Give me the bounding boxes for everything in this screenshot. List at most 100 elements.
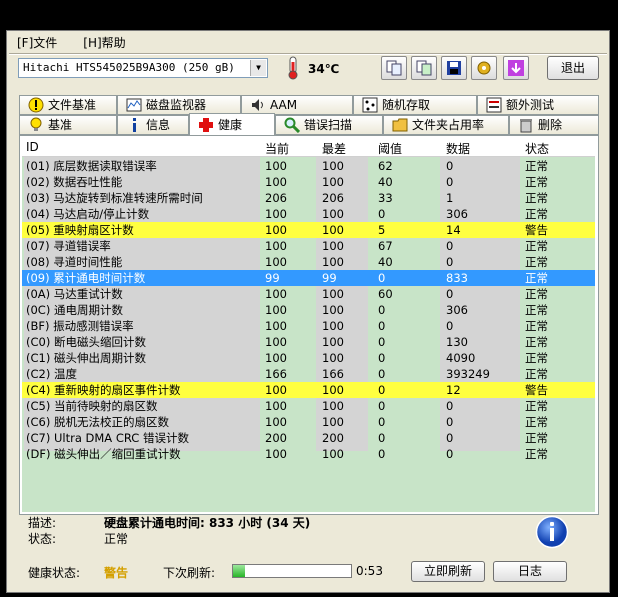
exit-button[interactable]: 退出 bbox=[547, 56, 599, 80]
options-button[interactable] bbox=[471, 56, 497, 80]
drive-select[interactable]: Hitachi HTS545025B9A300 (250 gB) ▼ bbox=[18, 58, 268, 78]
refresh-now-button[interactable]: 立即刷新 bbox=[411, 561, 485, 582]
log-button[interactable]: 日志 bbox=[493, 561, 567, 582]
cell-thr: 0 bbox=[378, 447, 386, 461]
table-row[interactable]: (C5) 当前待映射的扇区数 100 100 0 0 正常 bbox=[22, 398, 595, 414]
cell-worst: 206 bbox=[322, 191, 344, 205]
cell-id: (C6) 脱机无法校正的扇区数 bbox=[26, 415, 169, 429]
cell-worst: 100 bbox=[322, 319, 344, 333]
cell-data: 393249 bbox=[446, 367, 490, 381]
info-icon bbox=[133, 118, 136, 132]
table-row[interactable]: (09) 累计通电时间计数 99 99 0 833 正常 bbox=[22, 270, 595, 286]
tab-extra-tests[interactable]: 额外测试 bbox=[477, 95, 599, 115]
table-row[interactable]: (BF) 振动感测错误率 100 100 0 0 正常 bbox=[22, 318, 595, 334]
disk-monitor-icon bbox=[126, 98, 142, 112]
cell-cur: 100 bbox=[265, 399, 287, 413]
table-row[interactable]: (C4) 重新映射的扇区事件计数 100 100 0 12 警告 bbox=[22, 382, 595, 398]
table-row[interactable]: (C6) 脱机无法校正的扇区数 100 100 0 0 正常 bbox=[22, 414, 595, 430]
table-row[interactable]: (DF) 磁头伸出／缩回重试计数 100 100 0 0 正常 bbox=[22, 446, 595, 462]
cell-data: 14 bbox=[446, 223, 461, 237]
table-row[interactable]: (C1) 磁头伸出周期计数 100 100 0 4090 正常 bbox=[22, 350, 595, 366]
table-row[interactable]: (04) 马达启动/停止计数 100 100 0 306 正常 bbox=[22, 206, 595, 222]
tab-info[interactable]: 信息 bbox=[117, 115, 189, 135]
thermometer-icon bbox=[288, 56, 298, 80]
cell-status: 正常 bbox=[525, 431, 548, 445]
next-refresh-label: 下次刷新: bbox=[163, 566, 216, 580]
copy-text-button[interactable] bbox=[381, 56, 407, 80]
copy-screenshot-button[interactable] bbox=[411, 56, 437, 80]
table-row[interactable]: (C7) Ultra DMA CRC 错误计数 200 200 0 0 正常 bbox=[22, 430, 595, 446]
cell-cur: 166 bbox=[265, 367, 287, 381]
cell-thr: 67 bbox=[378, 239, 393, 253]
cell-data: 12 bbox=[446, 383, 461, 397]
cell-worst: 166 bbox=[322, 367, 344, 381]
cell-cur: 100 bbox=[265, 383, 287, 397]
col-header-data[interactable]: 数据 bbox=[446, 140, 470, 157]
col-header-worst[interactable]: 最差 bbox=[322, 140, 346, 157]
col-header-id[interactable]: ID bbox=[26, 140, 39, 154]
table-row[interactable]: (0A) 马达重试计数 100 100 60 0 正常 bbox=[22, 286, 595, 302]
cell-id: (08) 寻道时间性能 bbox=[26, 255, 123, 269]
red-cross-icon bbox=[199, 117, 213, 132]
table-row[interactable]: (C2) 温度 166 166 0 393249 正常 bbox=[22, 366, 595, 382]
status-label: 状态: bbox=[28, 532, 57, 546]
cell-worst: 100 bbox=[322, 335, 344, 349]
tab-benchmark[interactable]: 基准 bbox=[19, 115, 117, 135]
tab-health[interactable]: 健康 bbox=[189, 113, 275, 135]
cell-id: (DF) 磁头伸出／缩回重试计数 bbox=[26, 447, 181, 461]
cell-data: 306 bbox=[446, 303, 468, 317]
cell-status: 正常 bbox=[525, 399, 548, 413]
cell-thr: 0 bbox=[378, 351, 386, 365]
download-button[interactable] bbox=[503, 56, 529, 80]
cell-cur: 100 bbox=[265, 351, 287, 365]
table-row[interactable]: (C0) 断电磁头缩回计数 100 100 0 130 正常 bbox=[22, 334, 595, 350]
tab-erase[interactable]: 删除 bbox=[509, 115, 599, 135]
table-row[interactable]: (02) 数据吞吐性能 100 100 40 0 正常 bbox=[22, 174, 595, 190]
menu-file[interactable]: [F]文件 bbox=[15, 33, 59, 51]
table-row[interactable]: (01) 底层数据读取错误率 100 100 62 0 正常 bbox=[22, 158, 595, 174]
copy-image-icon bbox=[416, 60, 432, 76]
cell-thr: 33 bbox=[378, 191, 393, 205]
table-row[interactable]: (05) 重映射扇区计数 100 100 5 14 警告 bbox=[22, 222, 595, 238]
cell-data: 0 bbox=[446, 415, 454, 429]
cell-worst: 100 bbox=[322, 223, 344, 237]
cell-data: 1 bbox=[446, 191, 454, 205]
cell-id: (C4) 重新映射的扇区事件计数 bbox=[26, 383, 181, 397]
cell-id: (01) 底层数据读取错误率 bbox=[26, 159, 157, 173]
cell-cur: 206 bbox=[265, 191, 287, 205]
cell-data: 306 bbox=[446, 207, 468, 221]
tab-file-benchmark[interactable]: 文件基准 bbox=[19, 95, 117, 115]
menubar: [F]文件 [H]帮助 bbox=[15, 33, 128, 51]
cell-data: 833 bbox=[446, 271, 468, 285]
menu-help[interactable]: [H]帮助 bbox=[81, 33, 127, 51]
cell-status: 正常 bbox=[525, 159, 548, 173]
save-button[interactable] bbox=[441, 56, 467, 80]
chevron-down-icon[interactable]: ▼ bbox=[250, 60, 266, 76]
col-header-status[interactable]: 状态 bbox=[525, 140, 549, 157]
cell-cur: 100 bbox=[265, 319, 287, 333]
tab-folder-usage[interactable]: 文件夹占用率 bbox=[383, 115, 509, 135]
magnifier-icon bbox=[284, 117, 300, 133]
cell-id: (04) 马达启动/停止计数 bbox=[26, 207, 150, 221]
cell-cur: 200 bbox=[265, 431, 287, 445]
cell-cur: 100 bbox=[265, 415, 287, 429]
table-row[interactable]: (0C) 通电周期计数 100 100 0 306 正常 bbox=[22, 302, 595, 318]
col-header-current[interactable]: 当前 bbox=[265, 140, 289, 157]
progress-fill bbox=[233, 565, 245, 577]
cell-id: (C2) 温度 bbox=[26, 367, 77, 381]
tab-random-access[interactable]: 随机存取 bbox=[353, 95, 477, 115]
table-row[interactable]: (03) 马达旋转到标准转速所需时间 206 206 33 1 正常 bbox=[22, 190, 595, 206]
tab-aam[interactable]: AAM bbox=[241, 95, 353, 115]
table-row[interactable]: (08) 寻道时间性能 100 100 40 0 正常 bbox=[22, 254, 595, 270]
table-row[interactable]: (07) 寻道错误率 100 100 67 0 正常 bbox=[22, 238, 595, 254]
tab-disk-monitor[interactable]: 磁盘监视器 bbox=[117, 95, 241, 115]
smart-table[interactable]: ID 当前 最差 阈值 数据 状态 (01) 底层数据读取错误率 100 100 62… bbox=[22, 138, 595, 512]
cell-data: 0 bbox=[446, 319, 454, 333]
tab-error-scan[interactable]: 错误扫描 bbox=[275, 115, 383, 135]
exclamation-icon bbox=[28, 97, 44, 113]
cell-data: 4090 bbox=[446, 351, 476, 365]
col-header-threshold[interactable]: 阈值 bbox=[378, 140, 402, 157]
status-text: 正常 bbox=[104, 532, 129, 546]
cell-worst: 100 bbox=[322, 287, 344, 301]
cell-cur: 100 bbox=[265, 175, 287, 189]
